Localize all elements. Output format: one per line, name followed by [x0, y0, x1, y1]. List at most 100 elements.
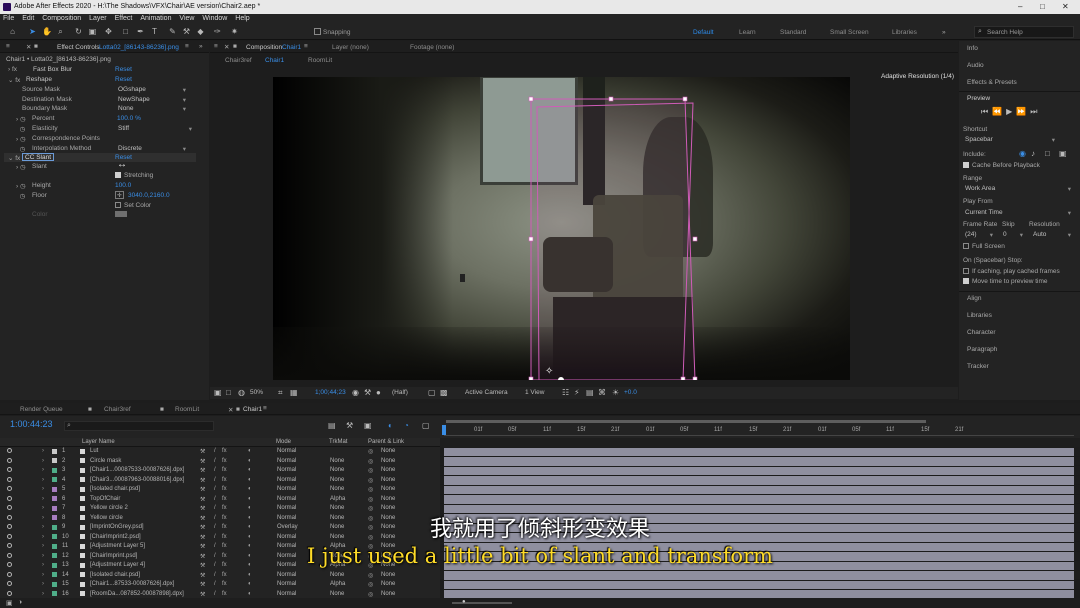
range-dropdown[interactable]: Work Area ▾	[965, 185, 1071, 193]
video-include-icon[interactable]: ◉	[1019, 149, 1026, 158]
floor-stopwatch[interactable]: ◷	[16, 192, 26, 200]
motion-blur-switch-icon[interactable]: ◐	[248, 591, 252, 597]
timeline-layer-row[interactable]: › 15 [Chair1...87533-00087626].dpx] ⚒ / fx ◐ No…	[0, 580, 1080, 590]
cache-before-playback-checkbox[interactable]	[963, 162, 969, 168]
layer-parent-dropdown[interactable]: None	[381, 581, 395, 587]
close-tab-icon[interactable]: ■	[236, 406, 240, 413]
always-preview-icon[interactable]: ▣	[214, 388, 222, 397]
layer-controls-include-icon[interactable]: ▣	[1059, 149, 1067, 158]
timeline-timecode[interactable]: 1:00:44:23	[10, 419, 53, 429]
menu-help[interactable]: Help	[232, 14, 252, 22]
menu-window[interactable]: Window	[199, 14, 230, 22]
fx-switch-icon[interactable]: fx	[222, 477, 227, 483]
layer-parent-dropdown[interactable]: None	[381, 591, 395, 597]
pickwhip-icon[interactable]: ◎	[368, 467, 373, 474]
layer-name[interactable]: Lut	[90, 448, 98, 454]
more-tabs-icon[interactable]: »	[199, 43, 203, 50]
layer-duration-bar[interactable]	[444, 457, 1074, 466]
eraser-tool-icon[interactable]: ◆	[196, 27, 205, 36]
chair3ref-tab[interactable]: Chair3ref	[104, 406, 131, 413]
pickwhip-icon[interactable]: ◎	[368, 486, 373, 493]
layer-parent-dropdown[interactable]: None	[381, 496, 395, 502]
menu-effect[interactable]: Effect	[112, 14, 136, 22]
panel-options-icon[interactable]: ≡	[304, 43, 308, 50]
close-tab-icon[interactable]: ✕	[228, 406, 233, 414]
fx-switch-icon[interactable]: fx	[222, 486, 227, 492]
clone-stamp-tool-icon[interactable]: ⚒	[182, 27, 191, 36]
twirl-icon[interactable]: ›	[42, 581, 44, 587]
full-screen-checkbox[interactable]	[963, 243, 969, 249]
close-icon[interactable]: ✕	[1062, 2, 1069, 11]
timeline-layer-row[interactable]: › 3 [Chair1...00087533-00087626].dpx] ⚒ / fx ◐…	[0, 466, 1080, 476]
snapshot-icon[interactable]: ◉	[352, 388, 359, 397]
visibility-eye-icon[interactable]	[7, 457, 12, 463]
visibility-eye-icon[interactable]	[7, 505, 12, 510]
flowchart-icon[interactable]: ⌘	[598, 388, 606, 397]
menu-animation[interactable]: Animation	[137, 14, 174, 22]
resolution-dropdown[interactable]: Auto ▾	[1033, 231, 1071, 239]
layer-duration-bar[interactable]	[444, 485, 1074, 494]
layer-parent-dropdown[interactable]: None	[381, 477, 395, 483]
maximize-icon[interactable]: □	[1040, 2, 1045, 11]
zoom-slider-thumb[interactable]: ●	[462, 599, 466, 605]
layer-trkmat-dropdown[interactable]: None	[330, 572, 344, 578]
playhead-icon[interactable]	[442, 425, 446, 435]
brush-tool-icon[interactable]: ✎	[168, 27, 177, 36]
pan-behind-tool-icon[interactable]: ✥	[104, 27, 113, 36]
timeline-layer-row[interactable]: › 6 TopOfChair ⚒ / fx ◐ Normal Alpha ◎ None	[0, 494, 1080, 504]
info-panel-label[interactable]: Info	[967, 45, 978, 52]
visibility-eye-icon[interactable]	[7, 467, 12, 472]
breadcrumb-roomlit[interactable]: RoomLit	[308, 57, 332, 64]
quality-switch-icon[interactable]: /	[214, 496, 216, 502]
timeline-layer-row[interactable]: › 14 [Isolated chair.psd] ⚒ / fx ◐ Normal None ◎ N…	[0, 570, 1080, 580]
layer-name[interactable]: TopOfChair	[90, 496, 120, 502]
height-value[interactable]: 100.0	[115, 182, 131, 189]
play-from-dropdown[interactable]: Current Time ▾	[965, 209, 1071, 217]
fast-box-blur-reset-link[interactable]: Reset	[115, 66, 132, 73]
home-icon[interactable]: ⌂	[8, 27, 17, 36]
layer-name[interactable]: Circle mask	[90, 458, 121, 464]
views-dropdown[interactable]: 1 View	[525, 389, 544, 396]
workspace-learn[interactable]: Learn	[739, 29, 756, 36]
lock-icon[interactable]: ■	[34, 43, 38, 50]
puppet-tool-icon[interactable]: ✷	[230, 27, 239, 36]
timeline-icon[interactable]: ▤	[586, 388, 594, 397]
camera-tool-icon[interactable]: ▣	[88, 27, 97, 36]
menu-layer[interactable]: Layer	[86, 14, 110, 22]
overlay-include-icon[interactable]: □	[1045, 149, 1050, 158]
panel-overflow-icon[interactable]: ≡	[185, 43, 189, 50]
effect-controls-layer-link[interactable]: Lotta02_[86143-86236].png	[99, 44, 179, 51]
rotate-tool-icon[interactable]: ↻	[74, 27, 83, 36]
twirl-icon[interactable]: ›	[42, 572, 44, 578]
view-options-icon[interactable]: ☷	[562, 388, 569, 397]
render-queue-tab[interactable]: Render Queue	[20, 406, 63, 413]
timeline-layer-row[interactable]: › 2 Circle mask ⚒ / fx ◐ Normal None ◎ None	[0, 456, 1080, 466]
mode-column-header[interactable]: Mode	[276, 439, 291, 445]
character-panel-label[interactable]: Character	[967, 329, 996, 336]
transparency-grid-icon[interactable]: ▩	[440, 388, 448, 397]
set-color-checkbox[interactable]	[115, 202, 121, 208]
layer-mode-dropdown[interactable]: Normal	[277, 477, 296, 483]
layer-name[interactable]: [Isolated chair.psd]	[90, 486, 140, 492]
layer-mode-dropdown[interactable]: Normal	[277, 496, 296, 502]
align-panel-label[interactable]: Align	[967, 295, 981, 302]
toggle-switches-icon[interactable]: ▣	[6, 599, 13, 607]
motion-blur-icon[interactable]: ◐	[388, 421, 393, 430]
pickwhip-icon[interactable]: ◎	[368, 581, 373, 588]
shy-switch-icon[interactable]: ⚒	[200, 448, 205, 455]
motion-blur-switch-icon[interactable]: ◐	[248, 467, 252, 473]
visibility-eye-icon[interactable]	[7, 448, 12, 453]
pickwhip-icon[interactable]: ◎	[368, 458, 373, 465]
rectangle-tool-icon[interactable]: □	[121, 27, 130, 36]
search-help-input[interactable]: ⌕ Search Help	[974, 26, 1074, 38]
cc-slant-twirl[interactable]: ⌄ fx	[8, 154, 20, 162]
visibility-eye-icon[interactable]	[7, 495, 12, 501]
frame-blending-icon[interactable]: ▣	[364, 421, 372, 430]
fx-switch-icon[interactable]: fx	[222, 591, 227, 597]
hand-tool-icon[interactable]: ✋	[42, 27, 52, 36]
source-mask-dropdown[interactable]: OGshape ▾	[118, 86, 186, 94]
shy-layers-icon[interactable]: ⚒	[346, 421, 353, 430]
quality-switch-icon[interactable]: /	[214, 458, 216, 464]
layer-trkmat-dropdown[interactable]: None	[330, 486, 344, 492]
menu-composition[interactable]: Composition	[39, 14, 84, 22]
